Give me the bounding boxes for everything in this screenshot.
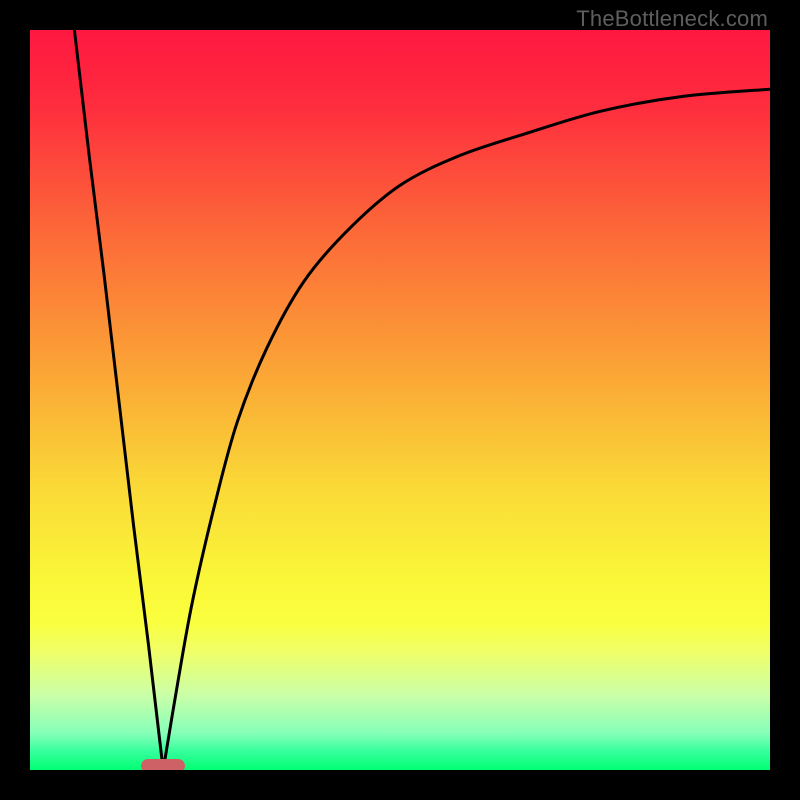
curve-right-branch: [163, 89, 770, 770]
bottleneck-curve: [30, 30, 770, 770]
optimal-range-marker: [141, 759, 185, 770]
plot-area: [30, 30, 770, 770]
attribution-text: TheBottleneck.com: [576, 6, 768, 32]
chart-frame: TheBottleneck.com: [0, 0, 800, 800]
curve-left-branch: [74, 30, 163, 770]
